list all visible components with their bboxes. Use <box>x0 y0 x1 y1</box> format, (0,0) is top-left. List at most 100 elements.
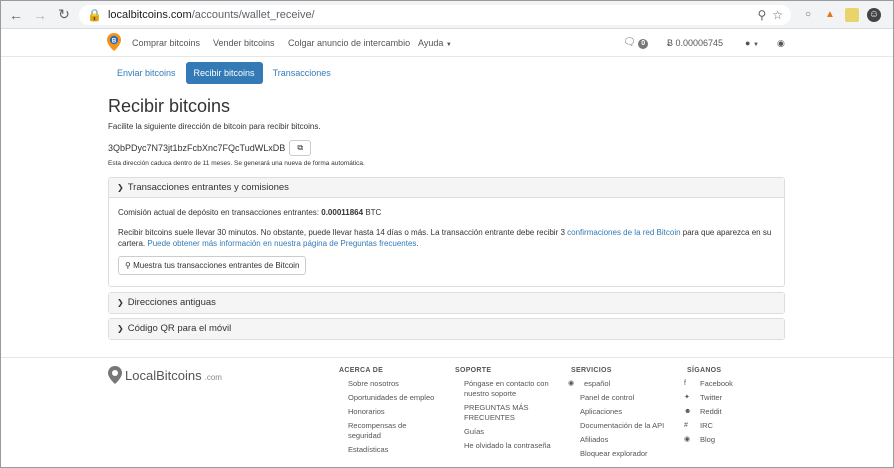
deposit-fee-line: Comisión actual de depósito en transacci… <box>118 207 775 219</box>
nav-sell-link[interactable]: Vender bitcoins <box>213 38 275 48</box>
footer-support-column: SOPORTE Póngase en contacto con nuestro … <box>455 366 555 455</box>
reddit-label: Reddit <box>700 407 722 416</box>
forward-icon[interactable]: → <box>31 6 49 24</box>
url-path: /accounts/wallet_receive/ <box>191 8 315 21</box>
footer-link-about[interactable]: Sobre nosotros <box>348 379 439 389</box>
footer-link-contact[interactable]: Póngase en contacto con nuestro soporte <box>464 379 555 399</box>
site-footer: LocalBitcoins .com ACERCA DE Sobre nosotr… <box>1 357 893 467</box>
address-row: 3QbPDyc7N73jt1bzFcbXnc7FQcTudWLxDB ⧉ <box>108 140 312 156</box>
nav-help-label: Ayuda <box>418 38 444 48</box>
wallet-tabs: Enviar bitcoins Recibir bitcoins Transac… <box>109 62 339 84</box>
incoming-transactions-panel: ❯ Transacciones entrantes y comisiones Co… <box>108 177 785 287</box>
extension-card-icon[interactable] <box>845 7 859 22</box>
footer-about-column: ACERCA DE Sobre nosotros Oportunidades d… <box>339 366 439 459</box>
nav-post-ad-link[interactable]: Colgar anuncio de intercambio <box>288 38 410 48</box>
show-incoming-label: Muestra tus transacciones entrantes de B… <box>133 260 300 270</box>
caret-down-icon: ▼ <box>752 42 759 48</box>
fee-label: Comisión actual de depósito en transacci… <box>118 208 320 217</box>
footer-link-block-explorer[interactable]: Bloquear explorador <box>580 449 671 459</box>
copy-address-button[interactable]: ⧉ <box>289 140 312 156</box>
footer-services-column: SERVICIOS ◉ español Panel de control Apli… <box>568 366 671 463</box>
back-icon[interactable]: ← <box>7 6 25 24</box>
rss-icon: ◉ <box>684 436 691 443</box>
footer-logo-suffix: .com <box>204 372 222 382</box>
footer-logo-text: LocalBitcoins <box>125 367 202 383</box>
bookmark-star-icon[interactable]: ☆ <box>772 8 783 22</box>
footer-language-label: español <box>584 379 611 388</box>
search-icon: ⚲ <box>125 260 131 270</box>
footer-link-apps[interactable]: Aplicaciones <box>580 407 671 417</box>
fee-unit: BTC <box>365 208 382 217</box>
messages-button[interactable]: 🗨 0 <box>623 37 649 49</box>
nav-buy-link[interactable]: Comprar bitcoins <box>132 38 200 48</box>
dashboard-gauge-icon[interactable]: ◉ <box>777 38 785 49</box>
confirmations-link[interactable]: confirmaciones de la red Bitcoin <box>567 228 680 237</box>
footer-link-stats[interactable]: Estadísticas <box>348 445 439 455</box>
chat-bubble-icon: 🗨 <box>623 37 636 48</box>
footer-link-api-docs[interactable]: Documentación de la API <box>580 421 671 431</box>
twitter-label: Twitter <box>700 393 723 402</box>
lock-icon: 🔒 <box>87 7 102 22</box>
nav-help-dropdown[interactable]: Ayuda ▼ <box>418 38 452 48</box>
reddit-icon: ☻ <box>684 408 692 415</box>
chevron-down-icon: ❯ <box>117 298 124 307</box>
qr-code-title: Código QR para el móvil <box>127 323 232 334</box>
page-title: Recibir bitcoins <box>108 96 231 116</box>
facebook-icon: f <box>684 380 686 387</box>
footer-about-title: ACERCA DE <box>339 367 384 374</box>
footer-link-forgot-password[interactable]: He olvidado la contraseña <box>464 441 555 451</box>
faq-link[interactable]: Puede obtener más información en nuestra… <box>147 239 416 248</box>
url-host: localbitcoins.com <box>107 8 192 21</box>
show-incoming-transactions-button[interactable]: ⚲ Muestra tus transacciones entrantes de… <box>118 255 307 275</box>
facebook-label: Facebook <box>700 379 733 388</box>
site-navbar: B Comprar bitcoins Vender bitcoins Colga… <box>1 29 893 57</box>
footer-link-reddit[interactable]: ☻ Reddit <box>684 407 787 417</box>
footer-services-title: SERVICIOS <box>571 367 612 374</box>
footer-support-title: SOPORTE <box>455 367 492 374</box>
zoom-icon[interactable]: ⚲ <box>757 8 766 22</box>
address-expiry-note: Esta dirección caduca dentro de 11 meses… <box>108 160 365 167</box>
footer-link-faq[interactable]: PREGUNTAS MÁS FRECUENTES <box>464 403 555 423</box>
twitter-icon: ✦ <box>684 394 690 401</box>
svg-text:B: B <box>112 39 117 45</box>
footer-link-twitter[interactable]: ✦ Twitter <box>684 393 787 403</box>
tab-transactions[interactable]: Transacciones <box>265 62 339 84</box>
browser-toolbar: ← → ↻ 🔒 localbitcoins.com/accounts/walle… <box>1 1 893 29</box>
globe-icon: ◉ <box>568 380 575 387</box>
fee-value: 0.00011864 <box>321 208 364 217</box>
tab-send-bitcoins[interactable]: Enviar bitcoins <box>109 62 184 84</box>
reload-icon[interactable]: ↻ <box>55 6 73 24</box>
footer-link-irc[interactable]: # IRC <box>684 421 787 431</box>
footer-language-selector[interactable]: ◉ español <box>568 379 671 389</box>
footer-link-bounty[interactable]: Recompensas de seguridad <box>348 421 439 441</box>
info-text: Recibir bitcoins suele llevar 30 minutos… <box>118 227 565 237</box>
caret-down-icon: ▼ <box>445 42 452 48</box>
footer-link-guides[interactable]: Guías <box>464 427 555 437</box>
footer-link-jobs[interactable]: Oportunidades de empleo <box>348 393 439 403</box>
footer-link-fees[interactable]: Honorarios <box>348 407 439 417</box>
footer-follow-title: SÍGANOS <box>687 367 722 374</box>
footer-link-affiliates[interactable]: Afiliados <box>580 435 671 445</box>
old-addresses-header[interactable]: ❯ Direcciones antiguas <box>109 293 784 313</box>
chevron-down-icon: ❯ <box>117 183 124 192</box>
footer-logo[interactable]: LocalBitcoins .com <box>108 366 222 384</box>
old-addresses-title: Direcciones antiguas <box>127 297 216 308</box>
wallet-balance[interactable]: Ƀ 0.00006745 <box>667 38 723 48</box>
page-subtitle: Facilite la siguiente dirección de bitco… <box>108 122 321 131</box>
address-bar[interactable]: 🔒 localbitcoins.com/accounts/wallet_rece… <box>79 4 791 25</box>
footer-link-facebook[interactable]: f Facebook <box>684 379 787 389</box>
footer-pin-icon <box>108 366 122 384</box>
bitcoin-address[interactable]: 3QbPDyc7N73jt1bzFcbXnc7FQcTudWLxDB <box>108 143 285 153</box>
extension-bulb-icon[interactable]: ○ <box>801 8 815 22</box>
footer-link-dashboard[interactable]: Panel de control <box>580 393 671 403</box>
incoming-transactions-title: Transacciones entrantes y comisiones <box>127 182 289 193</box>
extension-fox-icon[interactable]: ▲ <box>823 8 837 22</box>
qr-code-header[interactable]: ❯ Código QR para el móvil <box>109 319 784 339</box>
extension-smiley-icon[interactable]: ☺ <box>867 7 881 22</box>
incoming-transactions-header[interactable]: ❯ Transacciones entrantes y comisiones <box>109 178 784 198</box>
footer-link-blog[interactable]: ◉ Blog <box>684 435 787 445</box>
qr-code-panel: ❯ Código QR para el móvil <box>108 318 785 340</box>
tab-receive-bitcoins[interactable]: Recibir bitcoins <box>185 62 263 84</box>
localbitcoins-logo-icon[interactable]: B <box>107 33 121 51</box>
user-menu-dropdown[interactable]: ● ▼ <box>745 38 759 48</box>
